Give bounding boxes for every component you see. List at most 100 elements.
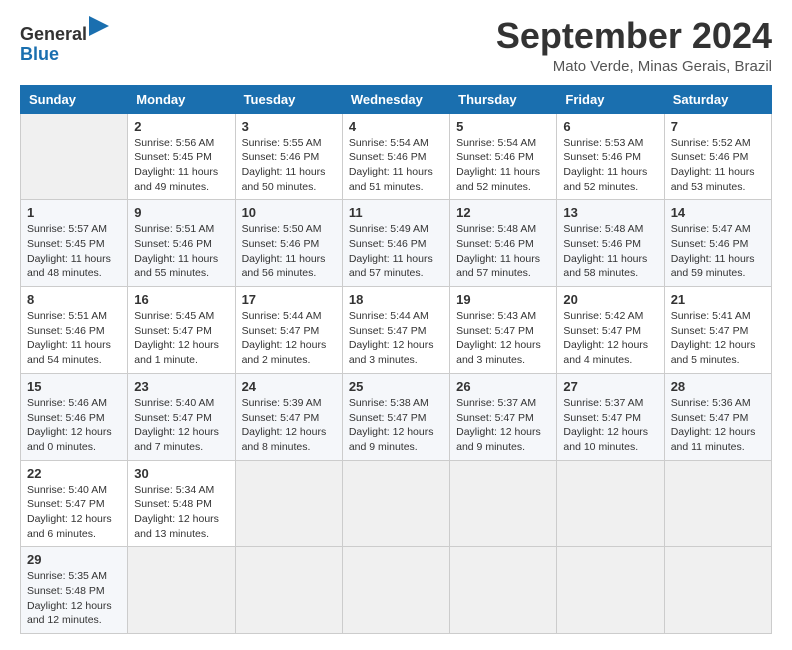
day-info: Sunrise: 5:54 AM Sunset: 5:46 PM Dayligh… xyxy=(456,136,550,195)
day-number: 24 xyxy=(242,379,336,394)
day-info: Sunrise: 5:36 AM Sunset: 5:47 PM Dayligh… xyxy=(671,396,765,455)
logo-arrow-icon xyxy=(89,16,113,40)
col-header-wednesday: Wednesday xyxy=(342,85,449,113)
day-info: Sunrise: 5:50 AM Sunset: 5:46 PM Dayligh… xyxy=(242,222,336,281)
day-info: Sunrise: 5:57 AM Sunset: 5:45 PM Dayligh… xyxy=(27,222,121,281)
day-number: 3 xyxy=(242,119,336,134)
calendar-header-row: SundayMondayTuesdayWednesdayThursdayFrid… xyxy=(21,85,772,113)
calendar-cell: 18 Sunrise: 5:44 AM Sunset: 5:47 PM Dayli… xyxy=(342,287,449,374)
day-info: Sunrise: 5:43 AM Sunset: 5:47 PM Dayligh… xyxy=(456,309,550,368)
day-info: Sunrise: 5:44 AM Sunset: 5:47 PM Dayligh… xyxy=(242,309,336,368)
title-section: September 2024 Mato Verde, Minas Gerais,… xyxy=(496,16,772,75)
calendar-week-row: 8Sunrise: 5:51 AM Sunset: 5:46 PM Daylig… xyxy=(21,287,772,374)
calendar-cell: 13Sunrise: 5:48 AM Sunset: 5:46 PM Dayli… xyxy=(557,200,664,287)
day-number: 25 xyxy=(349,379,443,394)
calendar-cell: 12 Sunrise: 5:48 AM Sunset: 5:46 PM Dayli… xyxy=(450,200,557,287)
calendar-cell: 21Sunrise: 5:41 AM Sunset: 5:47 PM Dayli… xyxy=(664,287,771,374)
calendar-cell: 23 Sunrise: 5:40 AM Sunset: 5:47 PM Dayli… xyxy=(128,373,235,460)
day-info: Sunrise: 5:41 AM Sunset: 5:47 PM Dayligh… xyxy=(671,309,765,368)
calendar-cell: 1 Sunrise: 5:57 AM Sunset: 5:45 PM Daylig… xyxy=(21,200,128,287)
calendar-cell xyxy=(235,460,342,547)
logo-blue: Blue xyxy=(20,44,59,64)
day-info: Sunrise: 5:44 AM Sunset: 5:47 PM Dayligh… xyxy=(349,309,443,368)
day-number: 1 xyxy=(27,205,121,220)
day-number: 16 xyxy=(134,292,228,307)
day-number: 17 xyxy=(242,292,336,307)
calendar-cell: 16 Sunrise: 5:45 AM Sunset: 5:47 PM Dayli… xyxy=(128,287,235,374)
day-number: 9 xyxy=(134,205,228,220)
calendar-cell: 9 Sunrise: 5:51 AM Sunset: 5:46 PM Daylig… xyxy=(128,200,235,287)
calendar-cell: 3Sunrise: 5:55 AM Sunset: 5:46 PM Daylig… xyxy=(235,113,342,200)
calendar-cell xyxy=(450,460,557,547)
day-info: Sunrise: 5:35 AM Sunset: 5:48 PM Dayligh… xyxy=(27,569,121,628)
day-number: 7 xyxy=(671,119,765,134)
day-number: 15 xyxy=(27,379,121,394)
month-title: September 2024 xyxy=(496,16,772,56)
calendar-cell: 14Sunrise: 5:47 AM Sunset: 5:46 PM Dayli… xyxy=(664,200,771,287)
col-header-thursday: Thursday xyxy=(450,85,557,113)
day-number: 10 xyxy=(242,205,336,220)
day-number: 28 xyxy=(671,379,765,394)
day-number: 11 xyxy=(349,205,443,220)
calendar-cell: 8Sunrise: 5:51 AM Sunset: 5:46 PM Daylig… xyxy=(21,287,128,374)
day-number: 18 xyxy=(349,292,443,307)
day-number: 14 xyxy=(671,205,765,220)
calendar-cell: 26 Sunrise: 5:37 AM Sunset: 5:47 PM Dayli… xyxy=(450,373,557,460)
day-info: Sunrise: 5:48 AM Sunset: 5:46 PM Dayligh… xyxy=(456,222,550,281)
day-number: 30 xyxy=(134,466,228,481)
day-number: 12 xyxy=(456,205,550,220)
col-header-sunday: Sunday xyxy=(21,85,128,113)
day-info: Sunrise: 5:46 AM Sunset: 5:46 PM Dayligh… xyxy=(27,396,121,455)
day-info: Sunrise: 5:45 AM Sunset: 5:47 PM Dayligh… xyxy=(134,309,228,368)
calendar-cell: 6Sunrise: 5:53 AM Sunset: 5:46 PM Daylig… xyxy=(557,113,664,200)
col-header-friday: Friday xyxy=(557,85,664,113)
calendar-cell: 11 Sunrise: 5:49 AM Sunset: 5:46 PM Dayli… xyxy=(342,200,449,287)
day-info: Sunrise: 5:42 AM Sunset: 5:47 PM Dayligh… xyxy=(563,309,657,368)
day-info: Sunrise: 5:56 AM Sunset: 5:45 PM Dayligh… xyxy=(134,136,228,195)
calendar-table: SundayMondayTuesdayWednesdayThursdayFrid… xyxy=(20,85,772,635)
location-subtitle: Mato Verde, Minas Gerais, Brazil xyxy=(496,58,772,75)
logo-general: General xyxy=(20,24,87,44)
day-info: Sunrise: 5:37 AM Sunset: 5:47 PM Dayligh… xyxy=(456,396,550,455)
calendar-cell: 30 Sunrise: 5:34 AM Sunset: 5:48 PM Dayli… xyxy=(128,460,235,547)
calendar-cell: 19 Sunrise: 5:43 AM Sunset: 5:47 PM Dayli… xyxy=(450,287,557,374)
calendar-week-row: 22 Sunrise: 5:40 AM Sunset: 5:47 PM Dayli… xyxy=(21,460,772,547)
calendar-cell xyxy=(342,460,449,547)
day-number: 23 xyxy=(134,379,228,394)
calendar-week-row: 29 Sunrise: 5:35 AM Sunset: 5:48 PM Dayli… xyxy=(21,547,772,634)
calendar-cell: 29 Sunrise: 5:35 AM Sunset: 5:48 PM Dayli… xyxy=(21,547,128,634)
calendar-week-row: 15 Sunrise: 5:46 AM Sunset: 5:46 PM Dayli… xyxy=(21,373,772,460)
day-info: Sunrise: 5:49 AM Sunset: 5:46 PM Dayligh… xyxy=(349,222,443,281)
day-number: 5 xyxy=(456,119,550,134)
calendar-cell xyxy=(342,547,449,634)
calendar-cell: 10 Sunrise: 5:50 AM Sunset: 5:46 PM Dayli… xyxy=(235,200,342,287)
calendar-cell: 27 Sunrise: 5:37 AM Sunset: 5:47 PM Dayli… xyxy=(557,373,664,460)
day-info: Sunrise: 5:54 AM Sunset: 5:46 PM Dayligh… xyxy=(349,136,443,195)
calendar-cell: 22 Sunrise: 5:40 AM Sunset: 5:47 PM Dayli… xyxy=(21,460,128,547)
day-number: 22 xyxy=(27,466,121,481)
calendar-cell: 5 Sunrise: 5:54 AM Sunset: 5:46 PM Daylig… xyxy=(450,113,557,200)
calendar-cell: 24 Sunrise: 5:39 AM Sunset: 5:47 PM Dayli… xyxy=(235,373,342,460)
day-number: 2 xyxy=(134,119,228,134)
col-header-monday: Monday xyxy=(128,85,235,113)
day-info: Sunrise: 5:40 AM Sunset: 5:47 PM Dayligh… xyxy=(27,483,121,542)
col-header-saturday: Saturday xyxy=(664,85,771,113)
day-number: 20 xyxy=(563,292,657,307)
day-number: 29 xyxy=(27,552,121,567)
calendar-cell xyxy=(450,547,557,634)
day-number: 27 xyxy=(563,379,657,394)
day-info: Sunrise: 5:39 AM Sunset: 5:47 PM Dayligh… xyxy=(242,396,336,455)
calendar-cell xyxy=(557,460,664,547)
day-number: 26 xyxy=(456,379,550,394)
day-info: Sunrise: 5:48 AM Sunset: 5:46 PM Dayligh… xyxy=(563,222,657,281)
day-info: Sunrise: 5:51 AM Sunset: 5:46 PM Dayligh… xyxy=(134,222,228,281)
day-number: 8 xyxy=(27,292,121,307)
calendar-cell xyxy=(21,113,128,200)
day-info: Sunrise: 5:38 AM Sunset: 5:47 PM Dayligh… xyxy=(349,396,443,455)
calendar-cell xyxy=(128,547,235,634)
day-info: Sunrise: 5:34 AM Sunset: 5:48 PM Dayligh… xyxy=(134,483,228,542)
day-number: 19 xyxy=(456,292,550,307)
col-header-tuesday: Tuesday xyxy=(235,85,342,113)
day-info: Sunrise: 5:37 AM Sunset: 5:47 PM Dayligh… xyxy=(563,396,657,455)
day-info: Sunrise: 5:40 AM Sunset: 5:47 PM Dayligh… xyxy=(134,396,228,455)
